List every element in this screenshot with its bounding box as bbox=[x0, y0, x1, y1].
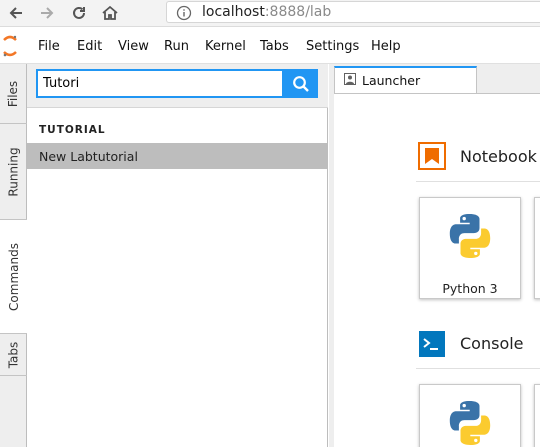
tab-tabs-label: Tabs bbox=[6, 341, 21, 368]
url-host: localhost bbox=[202, 4, 265, 20]
command-palette: TUTORIAL New Labtutorial bbox=[27, 64, 328, 447]
home-icon bbox=[102, 5, 118, 20]
command-item[interactable]: New Labtutorial bbox=[27, 143, 327, 169]
section-divider bbox=[416, 181, 540, 182]
arrow-left-icon bbox=[9, 7, 22, 19]
tab-commands[interactable]: Commands bbox=[0, 220, 28, 334]
tab-running[interactable]: Running bbox=[0, 124, 27, 220]
notebook-icon bbox=[418, 142, 446, 174]
launcher-card-python3[interactable]: Python 3 bbox=[419, 197, 521, 299]
menu-tabs[interactable]: Tabs bbox=[260, 39, 289, 54]
main-dock-area: Launcher Notebook Python 3 Console bbox=[329, 64, 540, 447]
arrow-right-icon bbox=[41, 7, 54, 19]
launcher-card-console-python3[interactable] bbox=[419, 384, 521, 447]
launcher-card-partial[interactable] bbox=[534, 197, 540, 299]
menu-edit[interactable]: Edit bbox=[77, 39, 102, 54]
jupyter-logo-icon bbox=[2, 35, 18, 61]
tab-files-label: Files bbox=[6, 80, 21, 107]
python-logo-icon bbox=[446, 399, 494, 447]
command-item-label: New Labtutorial bbox=[39, 149, 138, 164]
section-divider bbox=[416, 368, 540, 369]
section-title-console: Console bbox=[460, 334, 524, 353]
browser-toolbar: localhost:8888/lab bbox=[0, 0, 540, 27]
tab-tabs[interactable]: Tabs bbox=[0, 334, 27, 376]
launcher-icon bbox=[344, 73, 356, 89]
section-title-notebook: Notebook bbox=[460, 147, 537, 166]
url-path: :8888/lab bbox=[264, 4, 332, 20]
launcher-card-partial[interactable] bbox=[534, 384, 540, 447]
launcher-panel: Notebook Python 3 Console bbox=[334, 93, 540, 447]
left-tab-strip: Files Running Commands Tabs bbox=[0, 64, 28, 447]
tab-running-label: Running bbox=[6, 146, 21, 197]
python-logo-icon bbox=[446, 212, 494, 264]
menu-file[interactable]: File bbox=[38, 39, 60, 54]
tab-launcher[interactable]: Launcher bbox=[334, 66, 477, 93]
reload-button[interactable] bbox=[67, 1, 91, 25]
launcher-card-label: Python 3 bbox=[442, 281, 498, 296]
command-search-input[interactable] bbox=[36, 69, 284, 98]
tab-commands-label: Commands bbox=[7, 242, 21, 311]
menu-settings[interactable]: Settings bbox=[306, 39, 359, 54]
search-icon bbox=[293, 75, 309, 92]
reload-icon bbox=[73, 6, 85, 19]
url-text: localhost:8888/lab bbox=[202, 4, 331, 20]
info-icon bbox=[176, 5, 192, 25]
home-button[interactable] bbox=[98, 1, 122, 25]
menu-help[interactable]: Help bbox=[371, 39, 401, 54]
search-button[interactable] bbox=[284, 69, 318, 98]
menu-bar: File Edit View Run Kernel Tabs Settings … bbox=[0, 27, 540, 64]
menu-kernel[interactable]: Kernel bbox=[205, 39, 246, 54]
search-area bbox=[27, 64, 328, 108]
console-icon bbox=[419, 331, 445, 361]
menu-run[interactable]: Run bbox=[164, 39, 189, 54]
back-button[interactable] bbox=[4, 1, 28, 25]
category-header: TUTORIAL bbox=[39, 124, 106, 136]
forward-button[interactable] bbox=[35, 1, 59, 25]
tab-launcher-label: Launcher bbox=[362, 73, 421, 88]
tab-files[interactable]: Files bbox=[0, 64, 27, 124]
address-bar[interactable]: localhost:8888/lab bbox=[166, 1, 540, 23]
menu-view[interactable]: View bbox=[118, 39, 149, 54]
